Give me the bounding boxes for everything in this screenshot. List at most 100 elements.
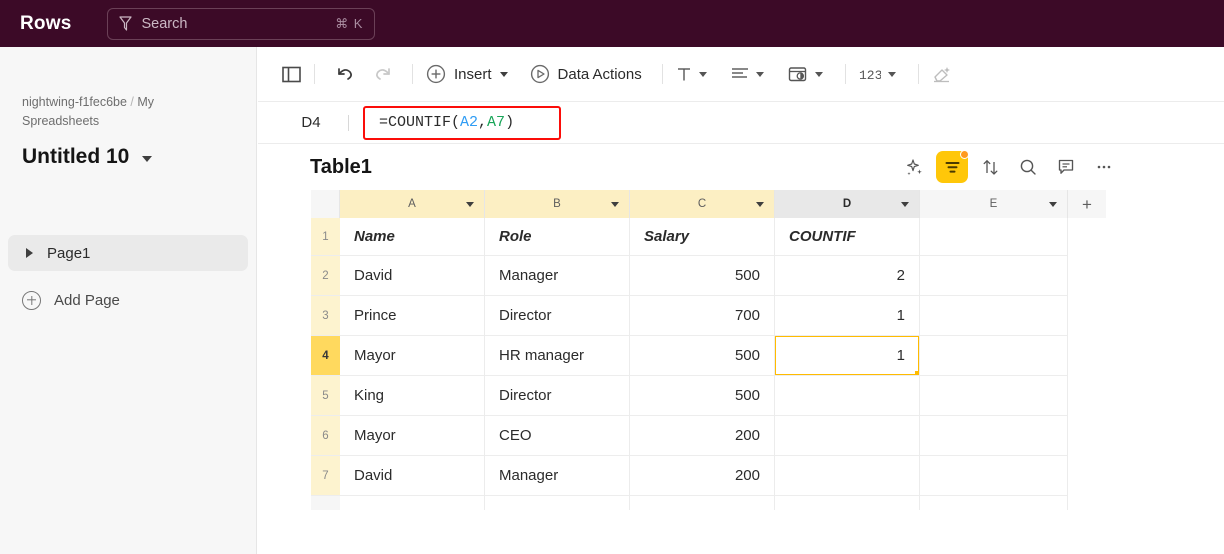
chevron-down-icon[interactable] — [466, 201, 474, 207]
row-number[interactable]: 5 — [311, 376, 340, 416]
cell-b1[interactable]: Role — [485, 218, 630, 256]
fill-handle[interactable] — [915, 371, 919, 375]
cell-a5[interactable]: King — [340, 376, 485, 416]
table-row: 1 Name Role Salary COUNTIF — [311, 218, 1106, 256]
ai-sparkle-button[interactable] — [898, 151, 930, 183]
cell-placeholder[interactable] — [775, 496, 920, 510]
row-number[interactable]: 3 — [311, 296, 340, 336]
row-number[interactable]: 1 — [311, 218, 340, 256]
chevron-down-icon[interactable] — [499, 71, 508, 77]
row-number[interactable]: 7 — [311, 456, 340, 496]
formula-input-highlight[interactable]: =COUNTIF(A2,A7) — [363, 105, 561, 140]
cell-d3[interactable]: 1 — [775, 296, 920, 336]
cell-d6[interactable] — [775, 416, 920, 456]
filter-button[interactable] — [936, 150, 969, 183]
column-header-b[interactable]: B — [485, 190, 630, 218]
cell-d1[interactable]: COUNTIF — [775, 218, 920, 256]
chevron-down-icon[interactable] — [901, 201, 909, 207]
cell-d7[interactable] — [775, 456, 920, 496]
cell-placeholder[interactable] — [485, 496, 630, 510]
cell-c2[interactable]: 500 — [630, 256, 775, 296]
cell-e4[interactable] — [920, 336, 1068, 376]
row-number[interactable]: 6 — [311, 416, 340, 456]
cell-c1[interactable]: Salary — [630, 218, 775, 256]
document-title-row[interactable]: Untitled 10 — [22, 145, 234, 169]
cell-placeholder[interactable] — [630, 496, 775, 510]
fill-color-button[interactable] — [788, 59, 823, 89]
cell-b5[interactable]: Director — [485, 376, 630, 416]
cell-a3[interactable]: Prince — [340, 296, 485, 336]
cell-e5[interactable] — [920, 376, 1068, 416]
cell-reference[interactable]: D4 — [280, 114, 342, 131]
comment-button[interactable] — [1050, 151, 1082, 183]
search-shortcut: ⌘ K — [335, 15, 364, 31]
cell-b7[interactable]: Manager — [485, 456, 630, 496]
more-options-button[interactable] — [1088, 151, 1120, 183]
cell-b2[interactable]: Manager — [485, 256, 630, 296]
add-page-button[interactable]: Add Page — [8, 283, 120, 317]
cell-c6[interactable]: 200 — [630, 416, 775, 456]
search-button[interactable] — [1012, 151, 1044, 183]
chevron-down-icon[interactable] — [814, 71, 823, 77]
data-actions-button[interactable]: Data Actions — [530, 59, 642, 89]
column-header-e[interactable]: E — [920, 190, 1068, 218]
chevron-down-icon[interactable] — [142, 155, 153, 162]
align-button[interactable] — [731, 59, 764, 89]
table-row: 3 Prince Director 700 1 — [311, 296, 1106, 336]
chevron-down-icon[interactable] — [756, 201, 764, 207]
text-format-button[interactable] — [676, 59, 707, 89]
chevron-down-icon[interactable] — [698, 71, 707, 77]
redo-button[interactable] — [373, 59, 394, 89]
breadcrumb[interactable]: nightwing-f1fec6be / My Spreadsheets — [22, 93, 234, 131]
cell-c4[interactable]: 500 — [630, 336, 775, 376]
sort-button[interactable] — [974, 151, 1006, 183]
cell-a6[interactable]: Mayor — [340, 416, 485, 456]
grid-corner[interactable] — [311, 190, 340, 218]
cell-b4[interactable]: HR manager — [485, 336, 630, 376]
breadcrumb-workspace[interactable]: nightwing-f1fec6be — [22, 95, 127, 109]
page-title: Untitled 10 — [22, 144, 130, 168]
cell-a2[interactable]: David — [340, 256, 485, 296]
chevron-right-icon[interactable] — [26, 248, 33, 258]
cell-placeholder[interactable] — [340, 496, 485, 510]
sidebar-item-page1[interactable]: Page1 — [8, 235, 248, 271]
cell-e2[interactable] — [920, 256, 1068, 296]
column-header-a[interactable]: A — [340, 190, 485, 218]
search-input[interactable]: Search ⌘ K — [107, 7, 376, 40]
row-number[interactable]: 4 — [311, 336, 340, 376]
cell-d4-selected[interactable]: 1 — [775, 336, 920, 376]
cell-placeholder[interactable] — [920, 496, 1068, 510]
cell-d2[interactable]: 2 — [775, 256, 920, 296]
cell-b6[interactable]: CEO — [485, 416, 630, 456]
undo-button[interactable] — [334, 59, 355, 89]
cell-e7[interactable] — [920, 456, 1068, 496]
number-format-button[interactable]: 123 — [859, 59, 896, 89]
cell-a7[interactable]: David — [340, 456, 485, 496]
cell-d5[interactable] — [775, 376, 920, 416]
chevron-down-icon[interactable] — [887, 71, 896, 77]
chevron-down-icon[interactable] — [611, 201, 619, 207]
cell-e6[interactable] — [920, 416, 1068, 456]
column-header-c[interactable]: C — [630, 190, 775, 218]
app-logo[interactable]: Rows — [20, 13, 71, 35]
cell-c5[interactable]: 500 — [630, 376, 775, 416]
chevron-down-icon[interactable] — [1049, 201, 1057, 207]
cell-b3[interactable]: Director — [485, 296, 630, 336]
panel-toggle-button[interactable] — [282, 59, 301, 89]
insert-button[interactable]: Insert — [426, 59, 508, 89]
text-format-icon — [676, 66, 692, 83]
cell-c7[interactable]: 200 — [630, 456, 775, 496]
cell-e1[interactable] — [920, 218, 1068, 256]
chevron-down-icon[interactable] — [755, 71, 764, 77]
cell-e3[interactable] — [920, 296, 1068, 336]
table-name[interactable]: Table1 — [310, 156, 372, 179]
add-column-button[interactable]: + — [1068, 190, 1106, 218]
formula-bar: D4 =COUNTIF(A2,A7) — [258, 102, 1224, 144]
spreadsheet-grid: A B C D E + 1 Name Role Salary COUNTIF 2… — [311, 190, 1106, 510]
cell-a1[interactable]: Name — [340, 218, 485, 256]
clear-format-button[interactable] — [932, 59, 952, 89]
cell-c3[interactable]: 700 — [630, 296, 775, 336]
column-header-d[interactable]: D — [775, 190, 920, 218]
row-number[interactable]: 2 — [311, 256, 340, 296]
cell-a4[interactable]: Mayor — [340, 336, 485, 376]
